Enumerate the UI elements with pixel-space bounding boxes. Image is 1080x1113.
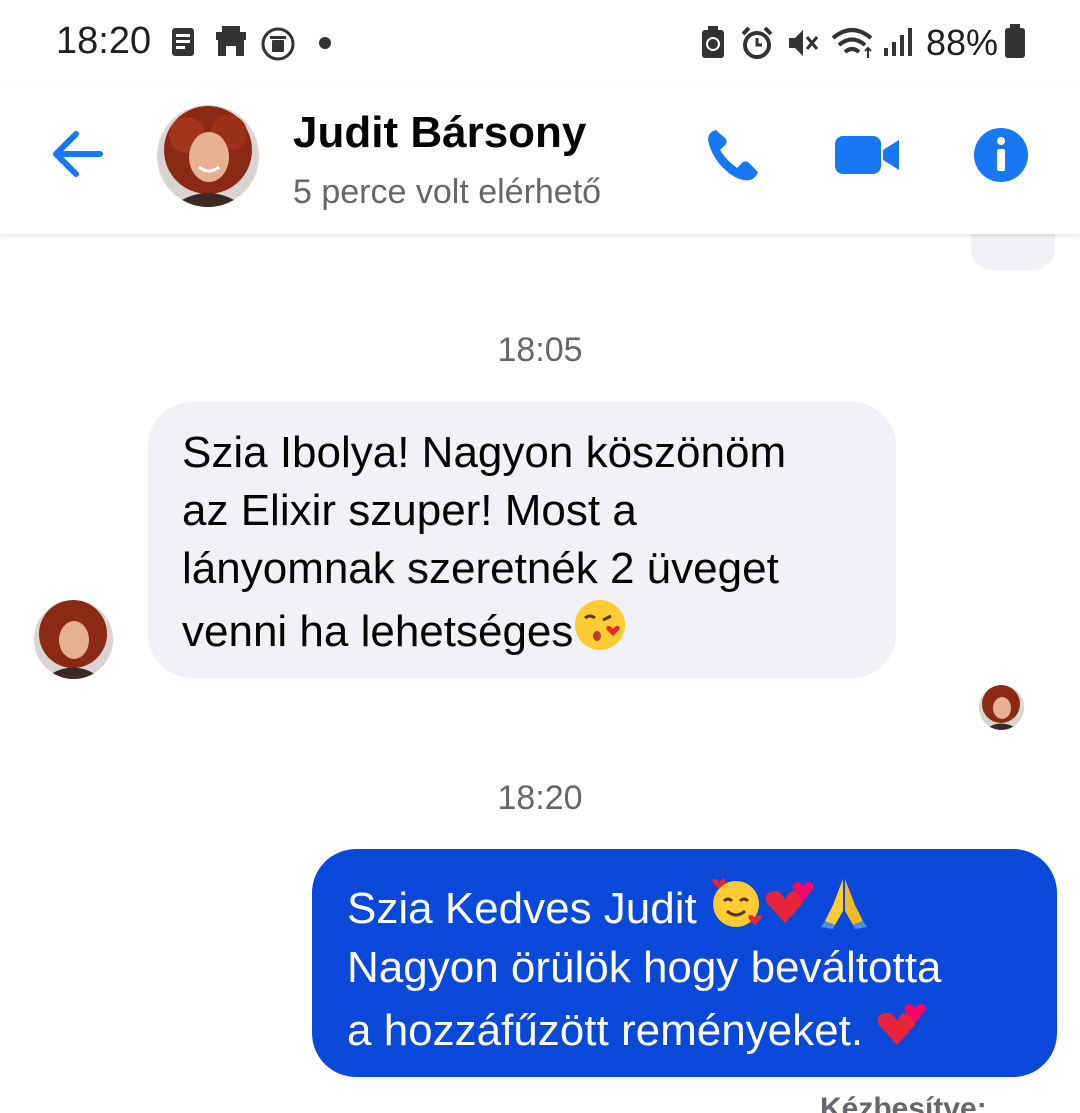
contact-name: Judit Bársony [293, 108, 587, 157]
outgoing-message-bubble[interactable]: Szia Kedves Judit Nagyon örülök hogy bev… [312, 849, 1057, 1077]
praying-hands-emoji [820, 879, 867, 929]
notes-icon [172, 28, 194, 56]
status-time: 18:20 [56, 20, 152, 62]
reaction-badge[interactable] [971, 234, 1055, 270]
outgoing-message-line: Nagyon örülök hogy beváltotta [347, 943, 942, 992]
battery-icon [1005, 24, 1025, 58]
sender-avatar[interactable] [34, 600, 113, 679]
back-arrow-icon[interactable] [50, 128, 106, 180]
two-hearts-emoji [878, 1004, 926, 1045]
store-icon [216, 26, 246, 56]
alarm-icon [741, 26, 773, 59]
incoming-message-bubble[interactable]: Szia Ibolya! Nagyon köszönöm az Elixir s… [148, 402, 896, 678]
outgoing-message-line: a hozzáfűzött reményeket. [347, 997, 1037, 1060]
kissing-heart-emoji [575, 600, 626, 650]
signal-icon [884, 28, 912, 56]
delivered-status: Kézbesítve: [820, 1092, 987, 1113]
message-timestamp: 18:20 [497, 779, 583, 817]
contact-status: 5 perce volt elérhető [293, 173, 602, 211]
message-timestamp: 18:05 [497, 331, 583, 369]
contact-avatar[interactable] [157, 105, 259, 207]
status-bar: 18:20 88% [0, 0, 1080, 88]
info-icon[interactable] [972, 126, 1030, 184]
battery-saver-icon [702, 26, 724, 58]
outgoing-message-line: Szia Kedves Judit [347, 875, 1037, 938]
dot-icon [319, 37, 331, 49]
battery-percent: 88% [926, 22, 999, 63]
seen-receipt-avatar [979, 685, 1024, 730]
wifi-icon [831, 28, 873, 58]
conversation-header: Judit Bársony 5 perce volt elérhető [0, 88, 1080, 234]
message-list: 18:05 Szia Ibolya! Nagyon köszönöm az El… [0, 234, 1080, 1113]
smiling-hearts-emoji [712, 879, 762, 927]
mute-icon [789, 30, 819, 56]
phone-call-icon[interactable] [704, 126, 762, 184]
video-call-icon[interactable] [833, 132, 903, 178]
two-hearts-emoji [765, 882, 814, 923]
cleaner-icon [261, 27, 295, 61]
incoming-message-text: Szia Ibolya! Nagyon köszönöm az Elixir s… [182, 428, 787, 656]
